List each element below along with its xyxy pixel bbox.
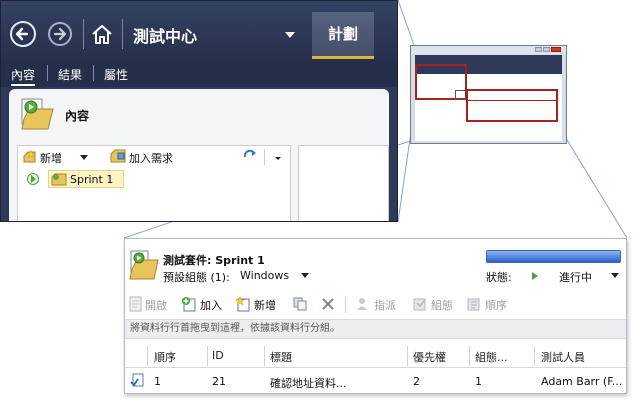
home-icon — [92, 25, 112, 44]
column-separator — [207, 346, 208, 366]
tab-separator — [93, 65, 94, 81]
toolbar-separator — [345, 297, 346, 313]
order-icon — [466, 296, 482, 312]
suite-title: 測試套件: Sprint 1 — [163, 252, 265, 268]
thumb-titlebar — [411, 46, 566, 54]
tab-plan[interactable]: 計劃 — [312, 12, 374, 59]
add-test-icon — [181, 296, 197, 312]
back-button[interactable] — [10, 21, 36, 47]
assign-icon — [355, 296, 371, 312]
column-separator — [469, 346, 470, 366]
new-test-icon — [234, 295, 251, 312]
status-dropdown-icon[interactable] — [611, 273, 619, 278]
test-case-pane — [298, 145, 389, 221]
thumb-highlight-details — [466, 89, 558, 122]
nav-separator — [122, 19, 123, 49]
new-button[interactable]: 新增 — [254, 297, 276, 313]
panel-title: 內容 — [65, 109, 90, 123]
thumb-divider — [466, 100, 558, 101]
suite-folder-icon — [51, 172, 67, 186]
tree-node-label: Sprint 1 — [70, 173, 114, 186]
column-header-id[interactable]: ID — [212, 349, 224, 362]
thumb-minimize-icon — [535, 47, 542, 52]
configurations-button[interactable]: 組態 — [431, 297, 453, 313]
sub-tab-bar: 內容 結果 屬性 — [1, 59, 397, 87]
progress-fill — [487, 251, 620, 262]
cell-order: 1 — [154, 375, 161, 388]
suite-label: 測試套件: — [163, 254, 216, 267]
nav-separator — [83, 19, 84, 49]
hub-dropdown-icon[interactable] — [285, 32, 295, 38]
progress-bar — [486, 250, 621, 263]
open-button[interactable]: 開啟 — [145, 297, 167, 313]
column-separator — [407, 346, 408, 366]
column-separator — [264, 346, 265, 366]
add-requirements-icon — [110, 148, 126, 164]
toolbar-separator — [264, 149, 265, 165]
tab-results[interactable]: 結果 — [58, 66, 82, 83]
refresh-icon[interactable] — [242, 148, 258, 164]
column-header-tester[interactable]: 測試人員 — [541, 349, 585, 365]
layout-thumbnail — [410, 45, 567, 144]
new-button[interactable]: 新增 — [40, 150, 62, 166]
order-button[interactable]: 順序 — [485, 297, 507, 313]
test-suite-folder-icon — [129, 249, 159, 281]
column-header-order[interactable]: 順序 — [154, 349, 176, 365]
column-header-title[interactable]: 標題 — [270, 349, 292, 365]
test-case-icon — [130, 373, 144, 387]
cell-id: 21 — [212, 375, 226, 388]
remove-icon[interactable] — [321, 297, 335, 311]
hub-title: 測試中心 — [133, 27, 198, 46]
tab-properties[interactable]: 屬性 — [104, 66, 128, 83]
expand-icon[interactable] — [27, 173, 39, 185]
configurations-icon — [412, 296, 428, 312]
tab-contents[interactable]: 內容 — [11, 66, 36, 86]
home-button[interactable] — [90, 22, 114, 46]
forward-arrow-icon — [53, 27, 67, 41]
config-label: 預設組態 (1): — [163, 271, 230, 284]
forward-button[interactable] — [48, 22, 72, 46]
open-icon — [129, 296, 143, 312]
new-suite-icon — [22, 149, 36, 163]
thumb-close-icon — [551, 47, 561, 52]
status-select[interactable]: 進行中 — [559, 269, 592, 285]
config-dropdown-icon[interactable] — [301, 273, 309, 278]
column-header-configurations[interactable]: 組態... — [475, 349, 508, 365]
cell-priority: 2 — [413, 375, 420, 388]
tab-separator — [47, 65, 48, 81]
test-center-window: 測試中心 計劃 內容 結果 屬性 內容 新增 加入需求 Sprint 1 — [0, 0, 398, 222]
tree-node-sprint-1[interactable]: Sprint 1 — [48, 170, 124, 188]
back-arrow-icon — [15, 27, 29, 41]
column-header-priority[interactable]: 優先權 — [413, 349, 446, 365]
suite-name: Sprint 1 — [215, 254, 265, 267]
title-bar: 測試中心 計劃 — [1, 1, 397, 59]
thumb-maximize-icon — [543, 47, 550, 52]
cell-configurations: 1 — [475, 375, 482, 388]
add-button[interactable]: 加入 — [200, 297, 222, 313]
add-requirements-button[interactable]: 加入需求 — [129, 150, 173, 166]
assign-button[interactable]: 指派 — [374, 297, 396, 313]
toolbar-overflow-icon[interactable] — [275, 157, 281, 160]
copy-icon[interactable] — [293, 297, 307, 311]
cell-tester: Adam Barr (F... — [541, 375, 623, 388]
group-by-hint[interactable]: 將資料行行首拖曳到這裡，依據該資料行分組。 — [125, 319, 626, 339]
new-dropdown-icon[interactable] — [80, 155, 88, 160]
cell-title: 確認地址資料... — [270, 377, 347, 390]
column-separator — [534, 346, 535, 366]
status-icon — [532, 272, 538, 280]
suite-tree: 新增 加入需求 Sprint 1 — [17, 145, 291, 221]
column-separator — [147, 346, 148, 366]
test-suite-folder-icon — [19, 97, 55, 131]
status-label: 狀態: — [486, 271, 512, 284]
contents-panel: 內容 新增 加入需求 Sprint 1 — [9, 89, 389, 221]
config-select[interactable]: Windows — [240, 269, 289, 282]
test-suite-details: 測試套件: Sprint 1 預設組態 (1): Windows 狀態: 進行中… — [124, 238, 627, 394]
